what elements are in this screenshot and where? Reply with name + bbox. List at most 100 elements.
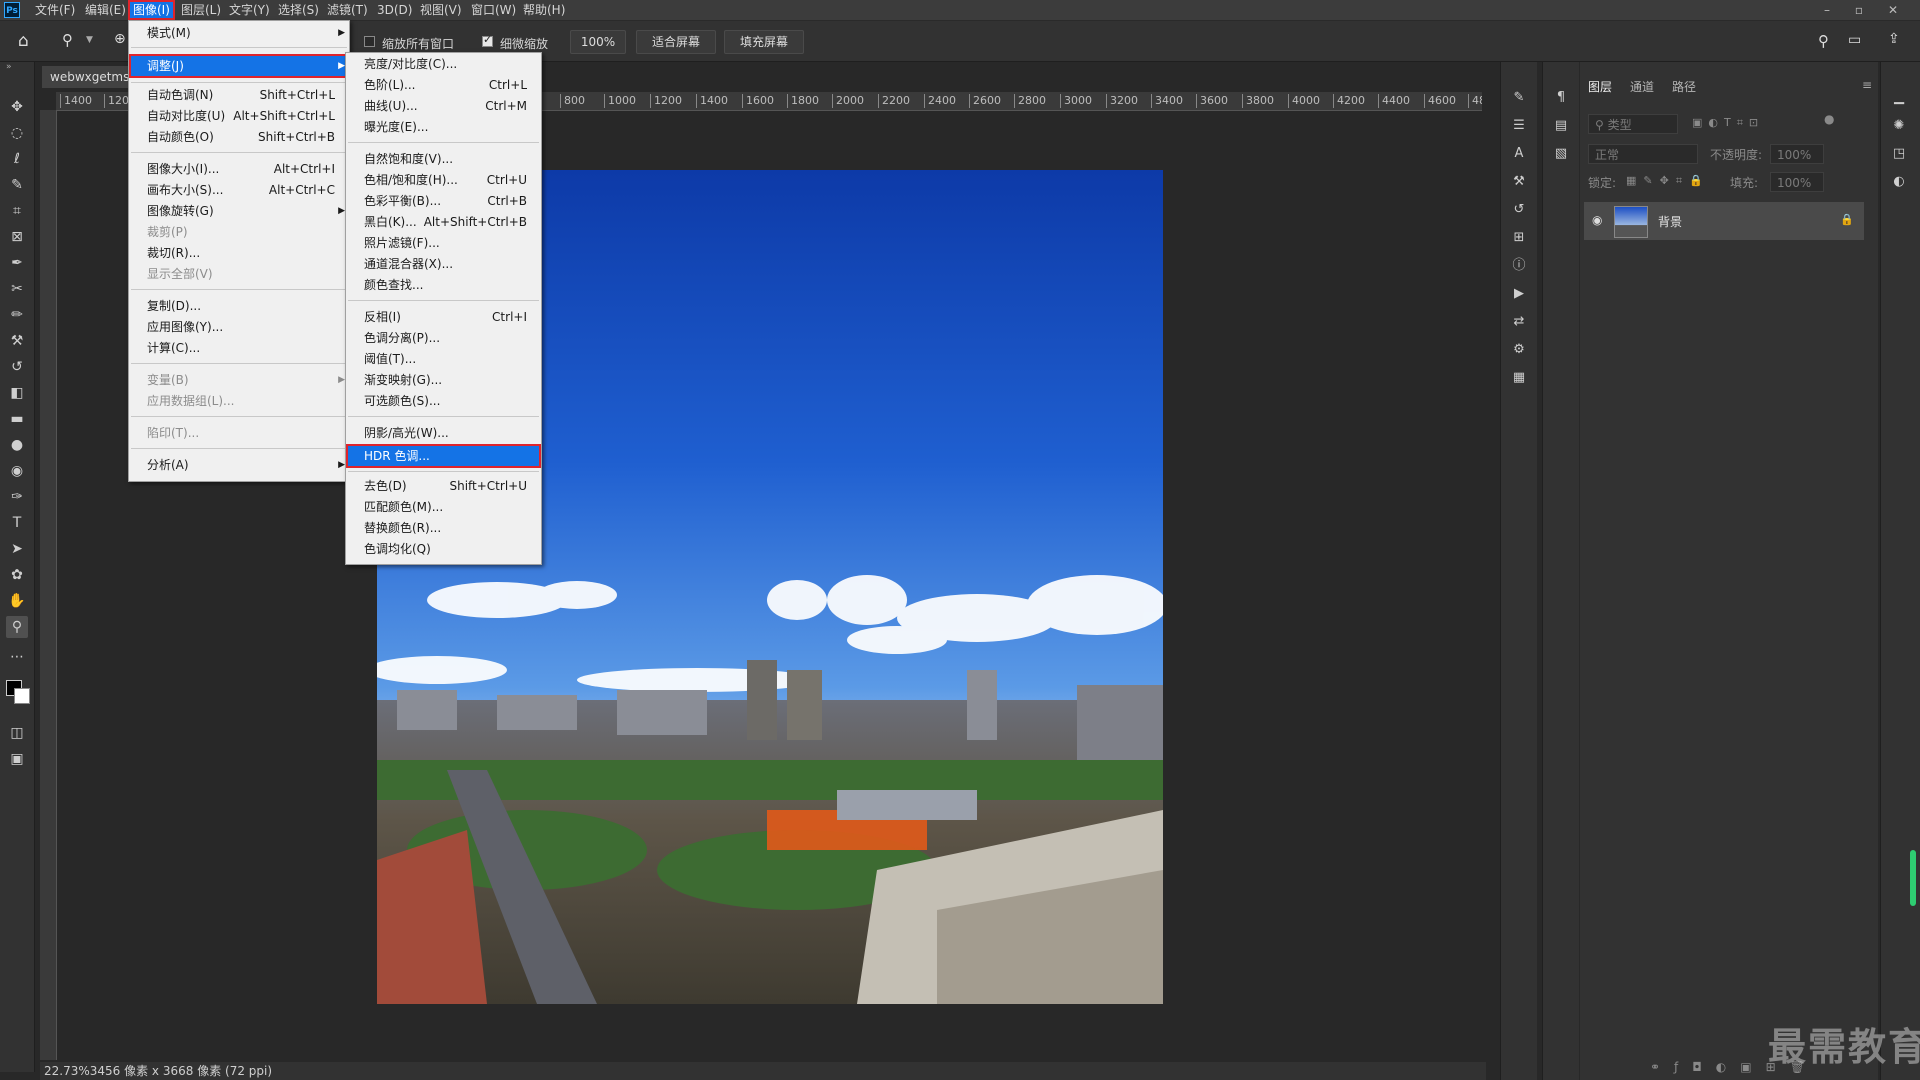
menu-filter[interactable]: 滤镜(T): [322, 0, 373, 20]
scrollbar[interactable]: [1910, 850, 1916, 906]
swatches-icon[interactable]: ◐: [1889, 172, 1909, 192]
more-tools-icon[interactable]: ⋯: [6, 646, 28, 668]
libraries-icon[interactable]: ▤: [1551, 116, 1571, 136]
lasso-tool-icon[interactable]: ℓ: [6, 148, 28, 170]
timeline-icon[interactable]: ⇄: [1509, 312, 1529, 332]
navigator-icon[interactable]: ✺: [1889, 116, 1909, 136]
visibility-eye-icon[interactable]: ◉: [1592, 213, 1602, 227]
frame-tool-icon[interactable]: ⊠: [6, 226, 28, 248]
3d-icon[interactable]: ⚙: [1509, 340, 1529, 360]
character-icon[interactable]: A: [1509, 144, 1529, 164]
workspace-icon[interactable]: ▭: [1848, 32, 1861, 48]
actions-icon[interactable]: ▶: [1509, 284, 1529, 304]
move-tool-icon[interactable]: ✥: [6, 96, 28, 118]
crop-tool-icon[interactable]: ⌗: [6, 200, 28, 222]
menu-view[interactable]: 视图(V): [415, 0, 467, 20]
clone-stamp-icon[interactable]: ⚒: [6, 330, 28, 352]
menu-item-color-lookup[interactable]: 颜色查找...: [346, 275, 541, 296]
restore-icon[interactable]: ▫: [1846, 0, 1872, 20]
lock-icons[interactable]: ▦✎✥⌗🔒: [1626, 174, 1710, 188]
layer-filter-select[interactable]: ⚲ 类型: [1588, 114, 1678, 134]
menu-item-selective-color[interactable]: 可选颜色(S)...: [346, 391, 541, 412]
collapse-arrows-icon[interactable]: »: [6, 62, 12, 72]
quick-select-tool-icon[interactable]: ✎: [6, 174, 28, 196]
background-color-swatch[interactable]: [14, 688, 30, 704]
table-icon[interactable]: ▦: [1509, 368, 1529, 388]
menu-item-calculations[interactable]: 计算(C)...: [129, 338, 349, 359]
info-icon[interactable]: ⓘ: [1509, 256, 1529, 276]
tab-layers[interactable]: 图层: [1588, 78, 1612, 95]
menu-item-match-color[interactable]: 匹配颜色(M)...: [346, 497, 541, 518]
menu-item-auto-tone[interactable]: 自动色调(N) Shift+Ctrl+L: [129, 85, 349, 106]
menu-item-auto-color[interactable]: 自动颜色(O) Shift+Ctrl+B: [129, 127, 349, 148]
zoom-tool-icon[interactable]: ⚲: [62, 31, 73, 49]
shape-tool-icon[interactable]: ✿: [6, 564, 28, 586]
menu-item-analysis[interactable]: 分析(A) ▶: [129, 455, 349, 476]
menu-item-hue-saturation[interactable]: 色相/饱和度(H)... Ctrl+U: [346, 170, 541, 191]
clone-source-icon[interactable]: ⚒: [1509, 172, 1529, 192]
menu-item-desaturate[interactable]: 去色(D) Shift+Ctrl+U: [346, 476, 541, 497]
scrubby-zoom-checkbox[interactable]: [482, 33, 493, 47]
gradient-tool-icon[interactable]: ▬: [6, 408, 28, 430]
menu-item-channel-mixer[interactable]: 通道混合器(X)...: [346, 254, 541, 275]
menu-type[interactable]: 文字(Y): [224, 0, 275, 20]
menu-item-black-white[interactable]: 黑白(K)... Alt+Shift+Ctrl+B: [346, 212, 541, 233]
menu-item-exposure[interactable]: 曝光度(E)...: [346, 117, 541, 138]
share-icon[interactable]: ⇪: [1888, 31, 1900, 47]
menu-item-equalize[interactable]: 色调均化(Q): [346, 539, 541, 560]
menu-item-shadows-highlights[interactable]: 阴影/高光(W)...: [346, 423, 541, 444]
tab-paths[interactable]: 路径: [1672, 78, 1696, 95]
filter-type-icons[interactable]: ▣◐T⌗⊡: [1692, 116, 1764, 130]
minimize-icon[interactable]: –: [1814, 0, 1840, 20]
properties-icon[interactable]: ⊞: [1509, 228, 1529, 248]
menu-item-duplicate[interactable]: 复制(D)...: [129, 296, 349, 317]
document-tab[interactable]: webwxgetms: [42, 66, 140, 88]
menu-item-photo-filter[interactable]: 照片滤镜(F)...: [346, 233, 541, 254]
styles-icon[interactable]: ◳: [1889, 144, 1909, 164]
chevron-down-icon[interactable]: ▼: [86, 35, 93, 45]
pen-tool-icon[interactable]: ✑: [6, 486, 28, 508]
menu-item-replace-color[interactable]: 替换颜色(R)...: [346, 518, 541, 539]
fill-input[interactable]: 100%: [1770, 172, 1824, 192]
notes-icon[interactable]: ▧: [1551, 144, 1571, 164]
close-icon[interactable]: ✕: [1880, 0, 1906, 20]
menu-item-posterize[interactable]: 色调分离(P)...: [346, 328, 541, 349]
history-icon[interactable]: ↺: [1509, 200, 1529, 220]
fill-screen-button[interactable]: 填充屏幕: [724, 30, 804, 54]
eyedropper-tool-icon[interactable]: ✒: [6, 252, 28, 274]
dodge-tool-icon[interactable]: ◉: [6, 460, 28, 482]
menu-item-vibrance[interactable]: 自然饱和度(V)...: [346, 149, 541, 170]
menu-select[interactable]: 选择(S): [273, 0, 324, 20]
menu-item-brightness-contrast[interactable]: 亮度/对比度(C)...: [346, 54, 541, 75]
menu-item-trim[interactable]: 裁切(R)...: [129, 243, 349, 264]
menu-item-mode[interactable]: 模式(M) ▶: [129, 23, 349, 44]
menu-item-threshold[interactable]: 阈值(T)...: [346, 349, 541, 370]
blend-mode-select[interactable]: 正常: [1588, 144, 1698, 164]
menu-item-image-rotation[interactable]: 图像旋转(G) ▶: [129, 201, 349, 222]
menu-item-image-size[interactable]: 图像大小(I)... Alt+Ctrl+I: [129, 159, 349, 180]
healing-brush-icon[interactable]: ✂: [6, 278, 28, 300]
menu-layer[interactable]: 图层(L): [176, 0, 226, 20]
histogram-icon[interactable]: ▁: [1889, 88, 1909, 108]
menu-item-hdr-toning[interactable]: HDR 色调...: [346, 444, 541, 468]
fit-screen-button[interactable]: 适合屏幕: [636, 30, 716, 54]
filter-toggle-icon[interactable]: ●: [1824, 112, 1834, 126]
menu-item-gradient-map[interactable]: 渐变映射(G)...: [346, 370, 541, 391]
hand-tool-icon[interactable]: ✋: [6, 590, 28, 612]
screen-mode-icon[interactable]: ▣: [6, 748, 28, 770]
menu-item-apply-image[interactable]: 应用图像(Y)...: [129, 317, 349, 338]
type-tool-icon[interactable]: T: [6, 512, 28, 534]
layer-row[interactable]: ◉ 背景 🔒: [1584, 202, 1864, 240]
zoom-100-button[interactable]: 100%: [570, 30, 626, 54]
brush-tool-icon[interactable]: ✏: [6, 304, 28, 326]
blur-tool-icon[interactable]: ●: [6, 434, 28, 456]
search-icon[interactable]: ⚲: [1818, 32, 1829, 50]
menu-item-color-balance[interactable]: 色彩平衡(B)... Ctrl+B: [346, 191, 541, 212]
home-icon[interactable]: ⌂: [18, 31, 29, 51]
menu-file[interactable]: 文件(F): [30, 0, 80, 20]
paragraph-icon[interactable]: ¶: [1551, 88, 1571, 108]
eraser-tool-icon[interactable]: ◧: [6, 382, 28, 404]
zoom-all-windows-checkbox[interactable]: [364, 36, 375, 47]
menu-item-invert[interactable]: 反相(I) Ctrl+I: [346, 307, 541, 328]
adjustments-icon[interactable]: ☰: [1509, 116, 1529, 136]
